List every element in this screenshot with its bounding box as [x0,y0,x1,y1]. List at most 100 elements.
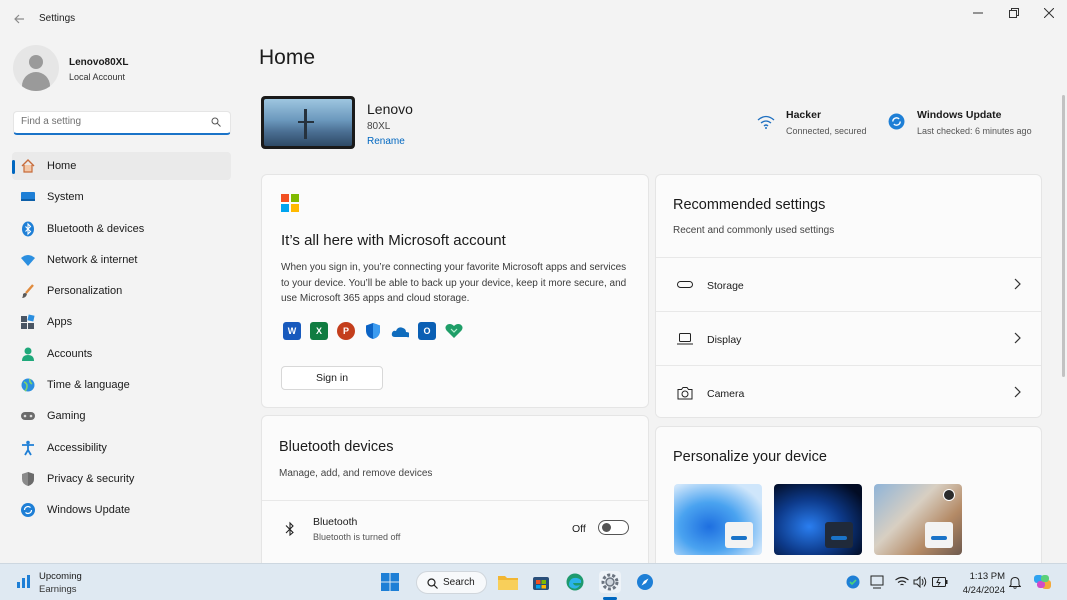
theme-list [674,484,962,555]
sidebar-item-bluetooth[interactable]: Bluetooth & devices [12,215,231,243]
recommended-settings-card: Recommended settings Recent and commonly… [655,174,1042,418]
microsoft-account-card: It’s all here with Microsoft account Whe… [261,174,649,408]
sidebar-item-label: Privacy & security [47,472,135,485]
sidebar-item-label: Bluetooth & devices [47,222,145,235]
accessibility-icon [20,440,36,456]
card-subtitle: Recent and commonly used settings [673,225,835,236]
sidebar-item-home[interactable]: Home [12,152,231,180]
clock-time[interactable]: 1:13 PM [969,571,1005,582]
sign-in-button[interactable]: Sign in [281,366,383,390]
bluetooth-label: Bluetooth [313,516,358,528]
search-icon [211,117,221,127]
title-bar: Settings [0,0,1067,38]
card-title: Recommended settings [673,197,826,213]
taskbar-search-label: Search [443,577,475,588]
sidebar-item-personalization[interactable]: Personalization [12,277,231,305]
glow-theme[interactable] [874,484,962,555]
windows-light-theme[interactable] [674,484,762,555]
page-title: Home [259,46,316,69]
bluetooth-icon [281,520,299,538]
word-icon: W [283,322,301,340]
brush-icon [20,283,36,299]
wifi-icon[interactable] [894,574,910,590]
close-icon[interactable] [1031,4,1067,22]
wifi-network-name[interactable]: Hacker [786,109,821,121]
account-type: Local Account [69,72,126,82]
sidebar-item-label: Apps [47,316,73,329]
system-icon [20,189,36,205]
apps-icon [20,314,36,330]
microsoft-logo-icon [281,194,299,212]
clock-date[interactable]: 4/24/2024 [958,585,1005,596]
battery-icon[interactable] [932,574,948,590]
card-title: Bluetooth devices [279,439,394,455]
sidebar-item-label: Gaming [47,410,86,423]
bluetooth-toggle[interactable] [598,520,629,535]
sidebar-item-system[interactable]: System [12,183,231,211]
defender-tray-icon[interactable] [845,574,861,590]
window-title: Settings [39,13,76,24]
bluetooth-state: Off [572,523,586,535]
taskbar-search-button[interactable]: Search [416,571,487,594]
wifi-icon[interactable] [757,114,775,130]
chevron-right-icon [1013,278,1021,293]
restore-icon[interactable] [996,4,1032,22]
search-icon [427,578,438,589]
display-icon [676,330,694,348]
sidebar-item-label: Personalization [47,285,123,298]
windows-update-status: Last checked: 6 minutes ago [917,126,1032,136]
widget-title[interactable]: Upcoming [39,571,82,582]
recommended-row-storage[interactable]: Storage [656,257,1041,311]
windows-update-title[interactable]: Windows Update [917,109,1002,121]
row-label: Camera [707,388,745,400]
back-arrow-icon[interactable] [10,10,28,28]
device-model: 80XL [367,121,391,132]
edge-icon[interactable] [564,571,586,593]
sidebar-item-accessibility[interactable]: Accessibility [12,434,231,462]
file-explorer-icon[interactable] [497,571,519,593]
sidebar-item-windows-update[interactable]: Windows Update [12,496,231,524]
safari-compass-icon[interactable] [634,571,656,593]
bluetooth-icon [20,221,36,237]
recommended-row-display[interactable]: Display [656,311,1041,365]
sidebar-nav: Home System Bluetooth & devices Network … [12,152,231,528]
sidebar-item-network[interactable]: Network & internet [12,246,231,274]
settings-icon[interactable] [599,571,621,593]
sidebar-item-privacy[interactable]: Privacy & security [12,465,231,493]
microsoft-app-icons: W X P O [283,322,463,340]
sidebar-item-accounts[interactable]: Accounts [12,340,231,368]
notification-bell-icon[interactable] [1007,574,1023,590]
sidebar-item-label: Windows Update [47,504,131,517]
rename-link[interactable]: Rename [367,136,405,147]
volume-icon[interactable] [912,574,928,590]
copilot-icon[interactable] [1033,573,1053,591]
windows-update-icon[interactable] [888,113,905,130]
widget-subtitle[interactable]: Earnings [39,584,77,595]
scrollbar[interactable] [1062,95,1065,377]
sidebar-item-label: System [47,191,84,204]
battery-saver-icon[interactable] [869,574,885,590]
network-icon [20,252,36,268]
avatar[interactable] [13,45,59,91]
sidebar-item-gaming[interactable]: Gaming [12,402,231,430]
sidebar-item-apps[interactable]: Apps [12,308,231,336]
chevron-right-icon [1013,386,1021,401]
store-icon[interactable] [530,571,552,593]
sidebar-item-time-language[interactable]: Time & language [12,371,231,399]
bluetooth-status: Bluetooth is turned off [313,532,401,542]
minimize-icon[interactable] [960,4,996,22]
sidebar-item-label: Accounts [47,347,93,360]
outlook-icon: O [418,322,436,340]
search-box[interactable] [13,111,231,135]
stocks-widget-icon[interactable] [16,573,32,589]
device-name: Lenovo [367,101,413,117]
search-input[interactable] [21,116,201,127]
row-label: Display [707,334,742,346]
windows-dark-theme[interactable] [774,484,862,555]
powerpoint-icon: P [337,322,355,340]
recommended-row-camera[interactable]: Camera [656,365,1041,417]
onedrive-icon [391,322,409,340]
gamepad-icon [20,408,36,424]
defender-icon [364,322,382,340]
start-icon[interactable] [379,571,401,593]
